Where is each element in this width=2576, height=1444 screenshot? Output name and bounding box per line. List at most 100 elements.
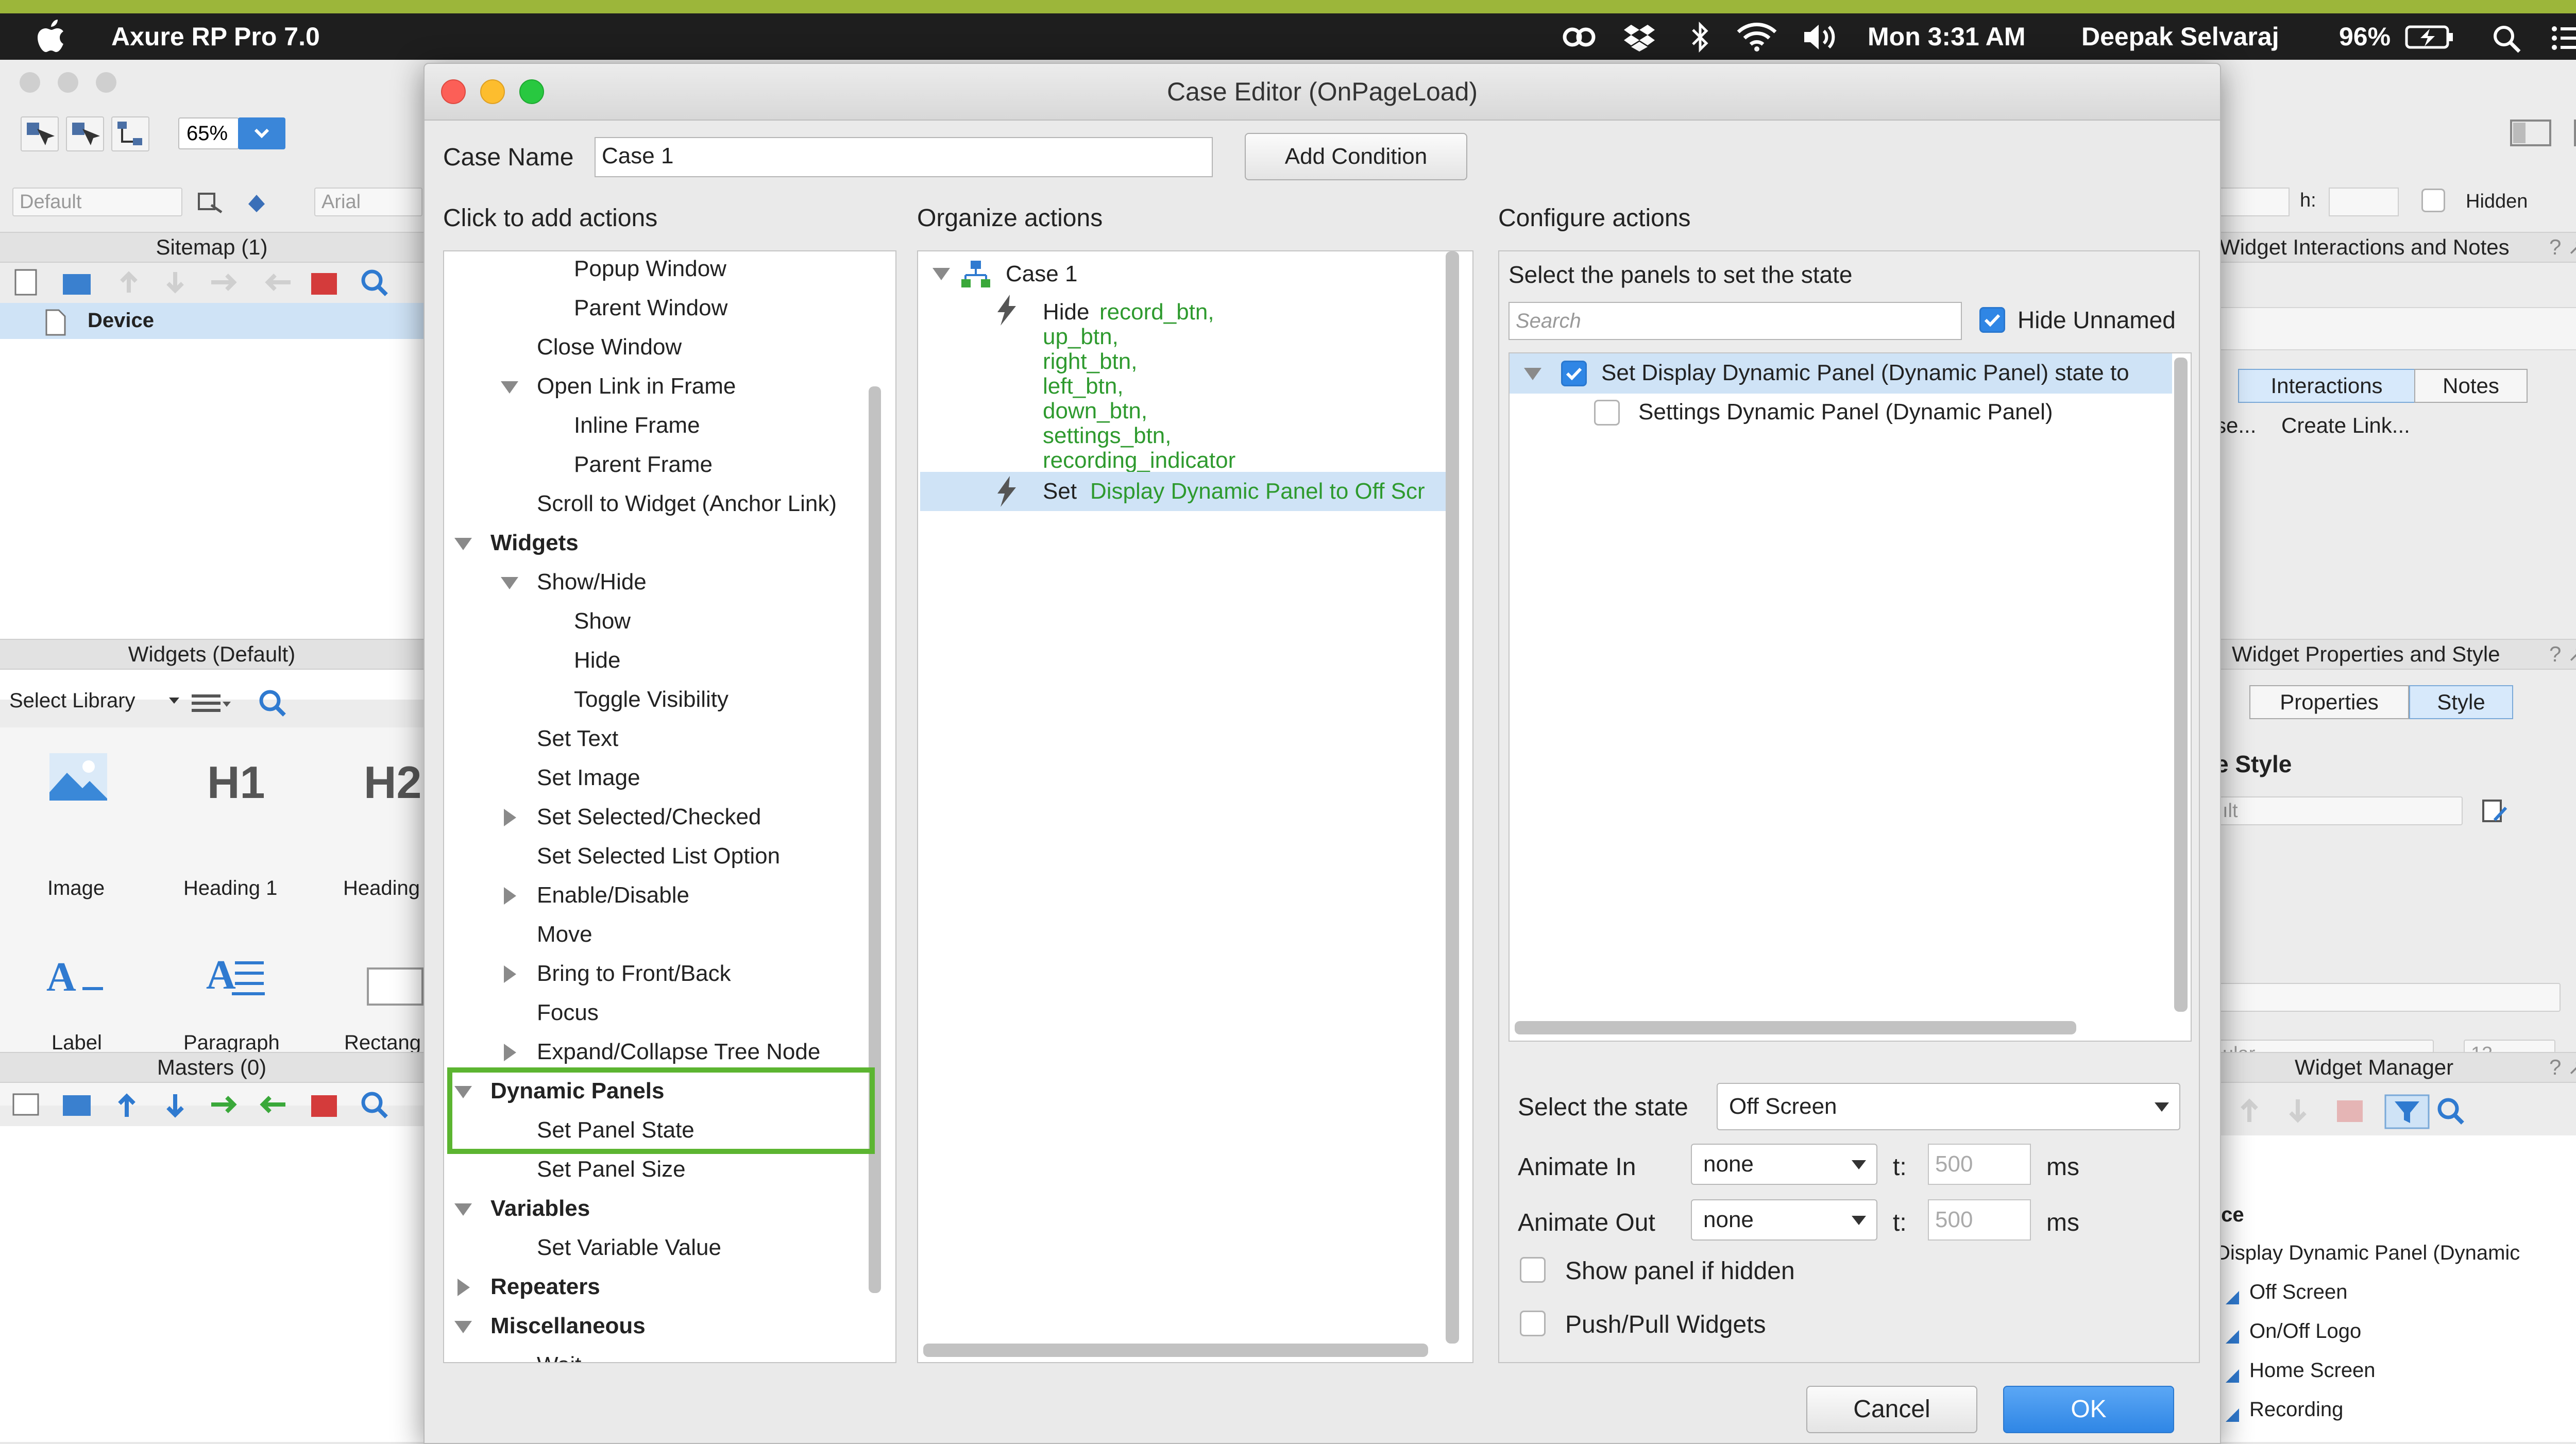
- action-item[interactable]: Set Image: [537, 762, 640, 793]
- create-link[interactable]: Create Link...: [2281, 413, 2410, 438]
- panel-row-display[interactable]: Set Display Dynamic Panel (Dynamic Panel…: [1510, 353, 2172, 394]
- collapse-arrow-icon[interactable]: [454, 1203, 472, 1216]
- notification-list-icon[interactable]: [2551, 25, 2576, 52]
- height-field[interactable]: [2329, 188, 2399, 216]
- tab-style[interactable]: Style: [2409, 685, 2513, 719]
- panels-vscroll[interactable]: [2174, 358, 2188, 1012]
- panels-search-input[interactable]: Search: [1509, 302, 1962, 340]
- select-library-label[interactable]: Select Library: [9, 689, 135, 712]
- action-item[interactable]: Set Selected List Option: [537, 841, 780, 872]
- action-item[interactable]: Scroll to Widget (Anchor Link): [537, 488, 837, 519]
- animate-in-time[interactable]: 500: [1928, 1144, 2031, 1185]
- expand-arrow-icon[interactable]: [504, 1044, 516, 1061]
- zoom-level[interactable]: 65%: [178, 117, 239, 149]
- expand-arrow-icon[interactable]: [457, 1279, 470, 1296]
- minimize-window-button[interactable]: [58, 72, 78, 93]
- state-select[interactable]: Off Screen: [1717, 1083, 2180, 1130]
- zoom-window-button[interactable]: [96, 72, 116, 93]
- menu-lines-icon[interactable]: [191, 689, 232, 717]
- battery-charging-icon[interactable]: [2405, 25, 2454, 49]
- app-name[interactable]: Axure RP Pro 7.0: [111, 13, 320, 60]
- action-item[interactable]: Expand/Collapse Tree Node: [537, 1037, 820, 1067]
- actions-scrollbar[interactable]: [869, 386, 881, 1293]
- panel-controls[interactable]: ? ↗ ✕: [2549, 233, 2576, 262]
- creative-cloud-icon[interactable]: [1561, 25, 1597, 49]
- image-widget-icon[interactable]: [47, 751, 109, 803]
- action-item[interactable]: Hide: [574, 645, 621, 676]
- case-collapse-arrow[interactable]: [933, 268, 950, 280]
- search-icon[interactable]: [258, 688, 289, 719]
- panel-expand-arrow[interactable]: [1524, 368, 1541, 380]
- action-item[interactable]: Set Panel Size: [537, 1154, 686, 1185]
- action-item[interactable]: Set Variable Value: [537, 1232, 721, 1263]
- push-pull-checkbox[interactable]: [1520, 1311, 1546, 1336]
- paint-bucket-icon[interactable]: [242, 190, 272, 215]
- rectangle-widget-icon[interactable]: [367, 967, 423, 1006]
- interaction-truncated-link[interactable]: se...: [2215, 413, 2256, 438]
- tab-interactions[interactable]: Interactions: [2238, 369, 2415, 403]
- ok-button[interactable]: OK: [2003, 1386, 2174, 1433]
- width-field[interactable]: [2219, 188, 2290, 216]
- wifi-icon[interactable]: [1736, 22, 1777, 52]
- set-panel-state-action[interactable]: Set Display Dynamic Panel to Off Scr: [920, 472, 1450, 511]
- action-item[interactable]: Set Selected/Checked: [537, 802, 761, 833]
- connector-mode-button[interactable]: [66, 116, 104, 151]
- zoom-dropdown-button[interactable]: [238, 117, 285, 149]
- action-item[interactable]: Popup Window: [574, 253, 726, 284]
- action-item[interactable]: Show: [574, 606, 631, 637]
- action-item[interactable]: Variables: [490, 1193, 590, 1224]
- action-item[interactable]: Open Link in Frame: [537, 371, 736, 402]
- hide-unnamed-checkbox[interactable]: [1979, 307, 2005, 333]
- panel-row-settings[interactable]: Settings Dynamic Panel (Dynamic Panel): [1510, 394, 2172, 433]
- select-mode-button[interactable]: [21, 116, 59, 151]
- action-item[interactable]: Toggle Visibility: [574, 684, 728, 715]
- close-window-button[interactable]: [20, 72, 40, 93]
- expand-arrow-icon[interactable]: [504, 887, 516, 905]
- hide-target[interactable]: recording_indicator: [1043, 445, 1235, 476]
- cancel-button[interactable]: Cancel: [1806, 1386, 1977, 1433]
- action-item[interactable]: Wait: [537, 1350, 581, 1362]
- widget-style-select[interactable]: ılt: [2215, 796, 2463, 825]
- expand-arrow-icon[interactable]: [504, 809, 516, 826]
- clock[interactable]: Mon 3:31 AM: [1868, 13, 2026, 60]
- font-select[interactable]: Arial: [314, 188, 422, 216]
- panel-controls[interactable]: ? ↗ ✕: [2549, 1053, 2576, 1082]
- case-label[interactable]: Case 1: [1006, 259, 1077, 290]
- action-item[interactable]: Parent Window: [574, 293, 727, 324]
- action-item[interactable]: Set Text: [537, 723, 618, 754]
- animate-out-select[interactable]: none: [1691, 1199, 1877, 1241]
- style-select[interactable]: Default: [12, 188, 182, 216]
- action-item[interactable]: Focus: [537, 997, 599, 1028]
- collapse-arrow-icon[interactable]: [454, 1321, 472, 1333]
- show-if-hidden-checkbox[interactable]: [1520, 1257, 1546, 1283]
- heading2-widget-icon[interactable]: H2: [364, 756, 422, 809]
- state-home-screen[interactable]: Home Screen: [2249, 1359, 2376, 1382]
- battery-percent[interactable]: 96%: [2339, 13, 2391, 60]
- collapse-arrow-icon[interactable]: [501, 381, 518, 394]
- action-item[interactable]: Show/Hide: [537, 567, 647, 598]
- action-item[interactable]: Move: [537, 919, 592, 950]
- collapse-arrow-icon[interactable]: [501, 577, 518, 589]
- action-item[interactable]: Enable/Disable: [537, 880, 689, 911]
- action-item[interactable]: Bring to Front/Back: [537, 958, 731, 989]
- action-item[interactable]: Close Window: [537, 332, 682, 363]
- connector-tool-button[interactable]: [111, 116, 149, 151]
- volume-icon[interactable]: [1802, 23, 1840, 52]
- edit-style-icon[interactable]: [2480, 796, 2511, 827]
- label-widget-icon[interactable]: A: [46, 954, 76, 1001]
- apple-icon[interactable]: [36, 20, 65, 54]
- dropbox-icon[interactable]: [1623, 23, 1656, 52]
- manager-dynamic-panel[interactable]: Display Dynamic Panel (Dynamic: [2215, 1242, 2520, 1265]
- layout-left-icon[interactable]: [2509, 116, 2552, 149]
- panels-hscroll[interactable]: [1515, 1021, 2076, 1034]
- sitemap-page-device[interactable]: Device: [0, 303, 423, 339]
- bluetooth-icon[interactable]: [1690, 22, 1710, 53]
- tab-notes[interactable]: Notes: [2414, 369, 2528, 403]
- action-item[interactable]: Repeaters: [490, 1271, 600, 1302]
- spotlight-search-icon[interactable]: [2492, 24, 2522, 55]
- add-condition-button[interactable]: Add Condition: [1245, 133, 1467, 180]
- expand-arrow-icon[interactable]: [504, 965, 516, 983]
- state-on-off-logo[interactable]: On/Off Logo: [2249, 1320, 2361, 1343]
- state-recording[interactable]: Recording: [2249, 1398, 2343, 1421]
- tab-properties[interactable]: Properties: [2249, 685, 2409, 719]
